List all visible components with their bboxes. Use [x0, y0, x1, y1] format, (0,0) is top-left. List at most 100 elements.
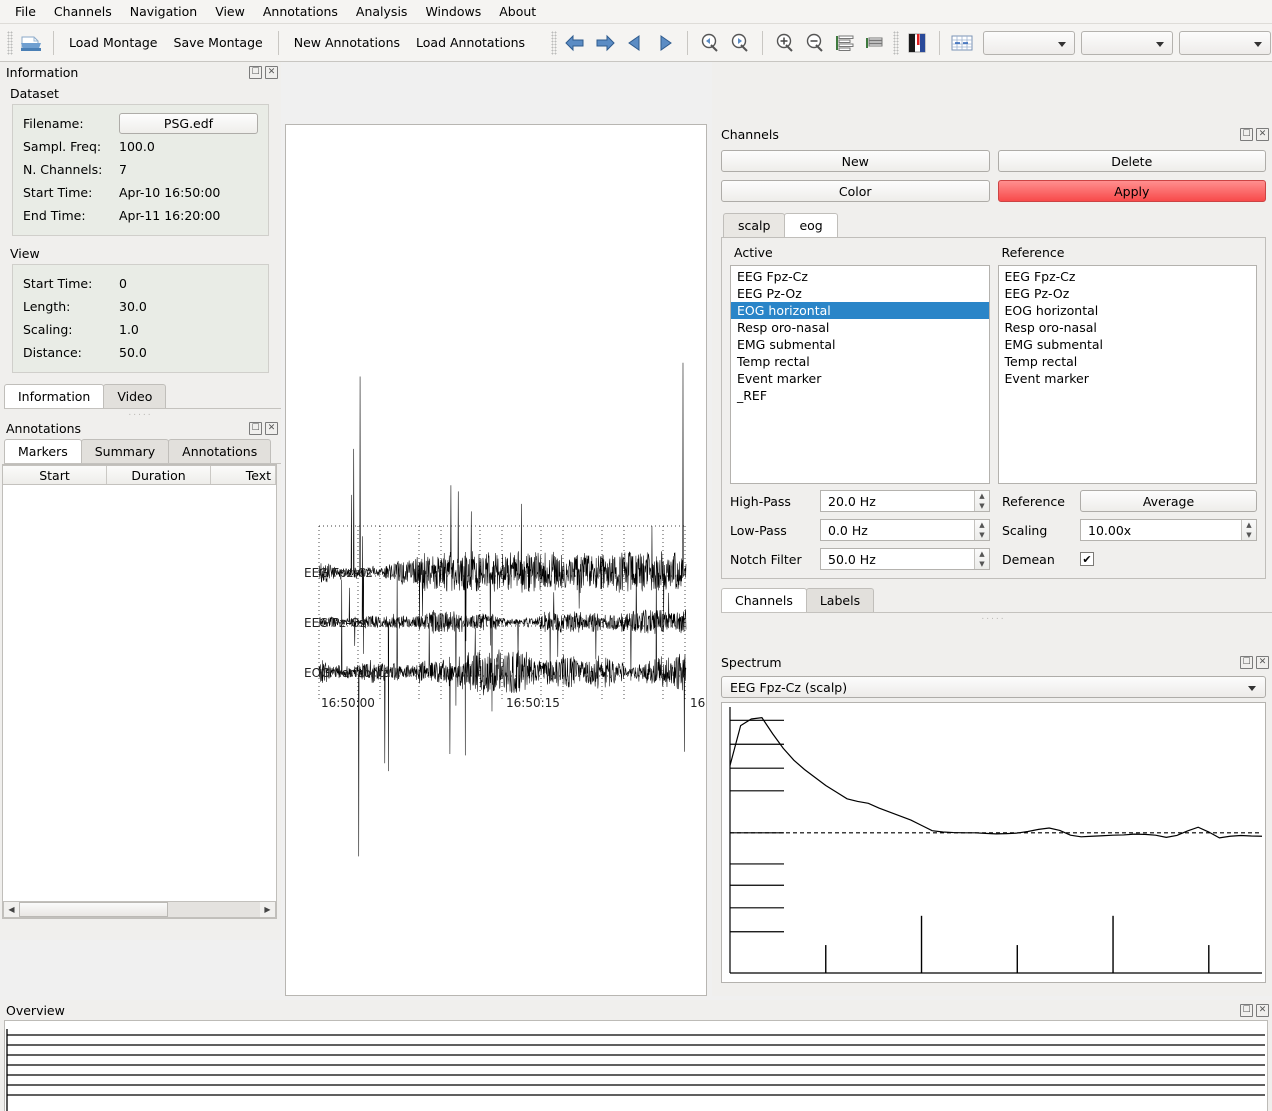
zoom-in-amplitude-icon[interactable] — [770, 29, 800, 57]
scroll-left-icon[interactable]: ◀ — [4, 902, 19, 917]
list-item[interactable]: Temp rectal — [731, 353, 989, 370]
tab-markers[interactable]: Markers — [4, 439, 82, 463]
spin-down-icon[interactable]: ▼ — [975, 501, 989, 511]
menu-item-file[interactable]: File — [6, 1, 45, 22]
tab-annotations[interactable]: Annotations — [168, 439, 272, 463]
column-text[interactable]: Text — [211, 466, 276, 484]
close-icon[interactable]: ✕ — [265, 65, 278, 79]
notch-input[interactable]: 50.0 Hz ▲ ▼ — [820, 548, 990, 570]
scroll-track[interactable] — [19, 902, 260, 917]
float-icon-overview[interactable]: ☐ — [1240, 1003, 1253, 1017]
list-item[interactable]: Event marker — [999, 370, 1257, 387]
list-item[interactable]: EMG submental — [731, 336, 989, 353]
spin-down-icon[interactable]: ▼ — [1242, 530, 1256, 540]
signal-plot-canvas[interactable]: EEG Fpz-Cz EEG Pz-Oz EOG horizontal 16:5… — [286, 125, 706, 995]
annotations-hscrollbar[interactable]: ◀ ▶ — [3, 901, 276, 918]
list-item[interactable]: Temp rectal — [999, 353, 1257, 370]
menu-item-annotations[interactable]: Annotations — [254, 1, 347, 22]
list-item[interactable]: EEG Fpz-Cz — [999, 268, 1257, 285]
spectrum-chart[interactable] — [721, 702, 1266, 983]
float-icon[interactable]: ☐ — [249, 65, 262, 79]
new-channel-button[interactable]: New — [721, 150, 990, 172]
load-montage-button[interactable]: Load Montage — [61, 31, 166, 54]
reference-average-button[interactable]: Average — [1080, 490, 1257, 512]
tab-scalp[interactable]: scalp — [723, 213, 786, 237]
dock-splitter-handle[interactable]: ..... — [0, 409, 281, 418]
toolbar-combo-2[interactable] — [1081, 30, 1174, 55]
float-icon-annotations[interactable]: ☐ — [249, 421, 262, 435]
spin-up-icon[interactable]: ▲ — [1242, 520, 1256, 530]
list-item[interactable]: _REF — [731, 387, 989, 404]
open-file-icon[interactable] — [16, 29, 46, 57]
notch-spinner[interactable]: ▲ ▼ — [974, 549, 989, 569]
highpass-input[interactable]: 20.0 Hz ▲ ▼ — [820, 490, 990, 512]
annotations-table-body[interactable] — [3, 485, 276, 901]
scaling-input[interactable]: 10.00x ▲ ▼ — [1080, 519, 1257, 541]
float-icon-channels[interactable]: ☐ — [1240, 127, 1253, 141]
spin-down-icon[interactable]: ▼ — [975, 559, 989, 569]
new-annotations-button[interactable]: New Annotations — [286, 31, 408, 54]
list-item[interactable]: EEG Pz-Oz — [999, 285, 1257, 302]
menu-item-navigation[interactable]: Navigation — [121, 1, 206, 22]
list-item[interactable]: Resp oro-nasal — [999, 319, 1257, 336]
overview-canvas[interactable]: 17:0018:0019:0020:0021:0022:0023:0000:00… — [5, 1021, 1267, 1111]
delete-channel-button[interactable]: Delete — [997, 150, 1266, 172]
right-dock-splitter-handle[interactable]: ..... — [715, 613, 1272, 622]
scroll-right-icon[interactable]: ▶ — [260, 902, 275, 917]
menu-item-windows[interactable]: Windows — [416, 1, 490, 22]
column-duration[interactable]: Duration — [107, 466, 211, 484]
list-item[interactable]: Event marker — [731, 370, 989, 387]
scaling-spinner[interactable]: ▲ ▼ — [1241, 520, 1256, 540]
close-icon-overview[interactable]: ✕ — [1256, 1003, 1269, 1017]
list-item[interactable]: EOG horizontal — [999, 302, 1257, 319]
list-item[interactable]: EMG submental — [999, 336, 1257, 353]
overview-canvas-wrap[interactable]: 17:0018:0019:0020:0021:0022:0023:0000:00… — [4, 1020, 1268, 1111]
grid-icon[interactable] — [947, 29, 977, 57]
filename-button[interactable]: PSG.edf — [119, 113, 258, 134]
menu-item-analysis[interactable]: Analysis — [347, 1, 417, 22]
tab-eog[interactable]: eog — [784, 213, 838, 237]
save-montage-button[interactable]: Save Montage — [166, 31, 271, 54]
menu-item-about[interactable]: About — [490, 1, 545, 22]
menu-item-channels[interactable]: Channels — [45, 1, 121, 22]
reference-channels-list[interactable]: EEG Fpz-Cz EEG Pz-Oz EOG horizontal Resp or… — [997, 265, 1257, 484]
zoom-out-amplitude-icon[interactable] — [800, 29, 830, 57]
toolbar-grip[interactable] — [7, 30, 13, 55]
lowpass-spinner[interactable]: ▲ ▼ — [974, 520, 989, 540]
color-button[interactable]: Color — [721, 180, 990, 202]
page-forward-icon[interactable] — [650, 29, 680, 57]
list-item[interactable]: EEG Pz-Oz — [731, 285, 989, 302]
toolbar-grip-2[interactable] — [551, 30, 558, 55]
load-annotations-button[interactable]: Load Annotations — [408, 31, 533, 54]
step-back-icon[interactable] — [560, 29, 590, 57]
column-start[interactable]: Start — [3, 466, 107, 484]
close-icon-channels[interactable]: ✕ — [1256, 127, 1269, 141]
close-icon-spectrum[interactable]: ✕ — [1256, 655, 1269, 669]
spin-up-icon[interactable]: ▲ — [975, 520, 989, 530]
tab-labels[interactable]: Labels — [805, 588, 875, 612]
close-icon-annotations[interactable]: ✕ — [265, 421, 278, 435]
list-item[interactable]: EOG horizontal — [731, 302, 989, 319]
spin-up-icon[interactable]: ▲ — [975, 491, 989, 501]
lowpass-input[interactable]: 0.0 Hz ▲ ▼ — [820, 519, 990, 541]
more-channels-icon[interactable] — [830, 29, 860, 57]
tab-channels[interactable]: Channels — [721, 588, 807, 612]
apply-button[interactable]: Apply — [997, 180, 1266, 202]
demean-checkbox[interactable]: ✔ — [1080, 552, 1094, 566]
spin-up-icon[interactable]: ▲ — [975, 549, 989, 559]
highpass-spinner[interactable]: ▲ ▼ — [974, 491, 989, 511]
step-forward-icon[interactable] — [590, 29, 620, 57]
tab-summary[interactable]: Summary — [80, 439, 170, 463]
float-icon-spectrum[interactable]: ☐ — [1240, 655, 1253, 669]
list-item[interactable]: EEG Fpz-Cz — [731, 268, 989, 285]
tab-video[interactable]: Video — [103, 384, 167, 408]
annotation-color-icon[interactable] — [902, 29, 932, 57]
toolbar-combo-3[interactable] — [1179, 30, 1272, 55]
signal-plot[interactable]: EEG Fpz-Cz EEG Pz-Oz EOG horizontal 16:5… — [285, 124, 707, 996]
menu-item-view[interactable]: View — [206, 1, 254, 22]
tab-information[interactable]: Information — [4, 384, 105, 408]
zoom-out-time-icon[interactable] — [695, 29, 725, 57]
list-item[interactable]: Resp oro-nasal — [731, 319, 989, 336]
page-back-icon[interactable] — [620, 29, 650, 57]
toolbar-grip-3[interactable] — [893, 30, 900, 55]
